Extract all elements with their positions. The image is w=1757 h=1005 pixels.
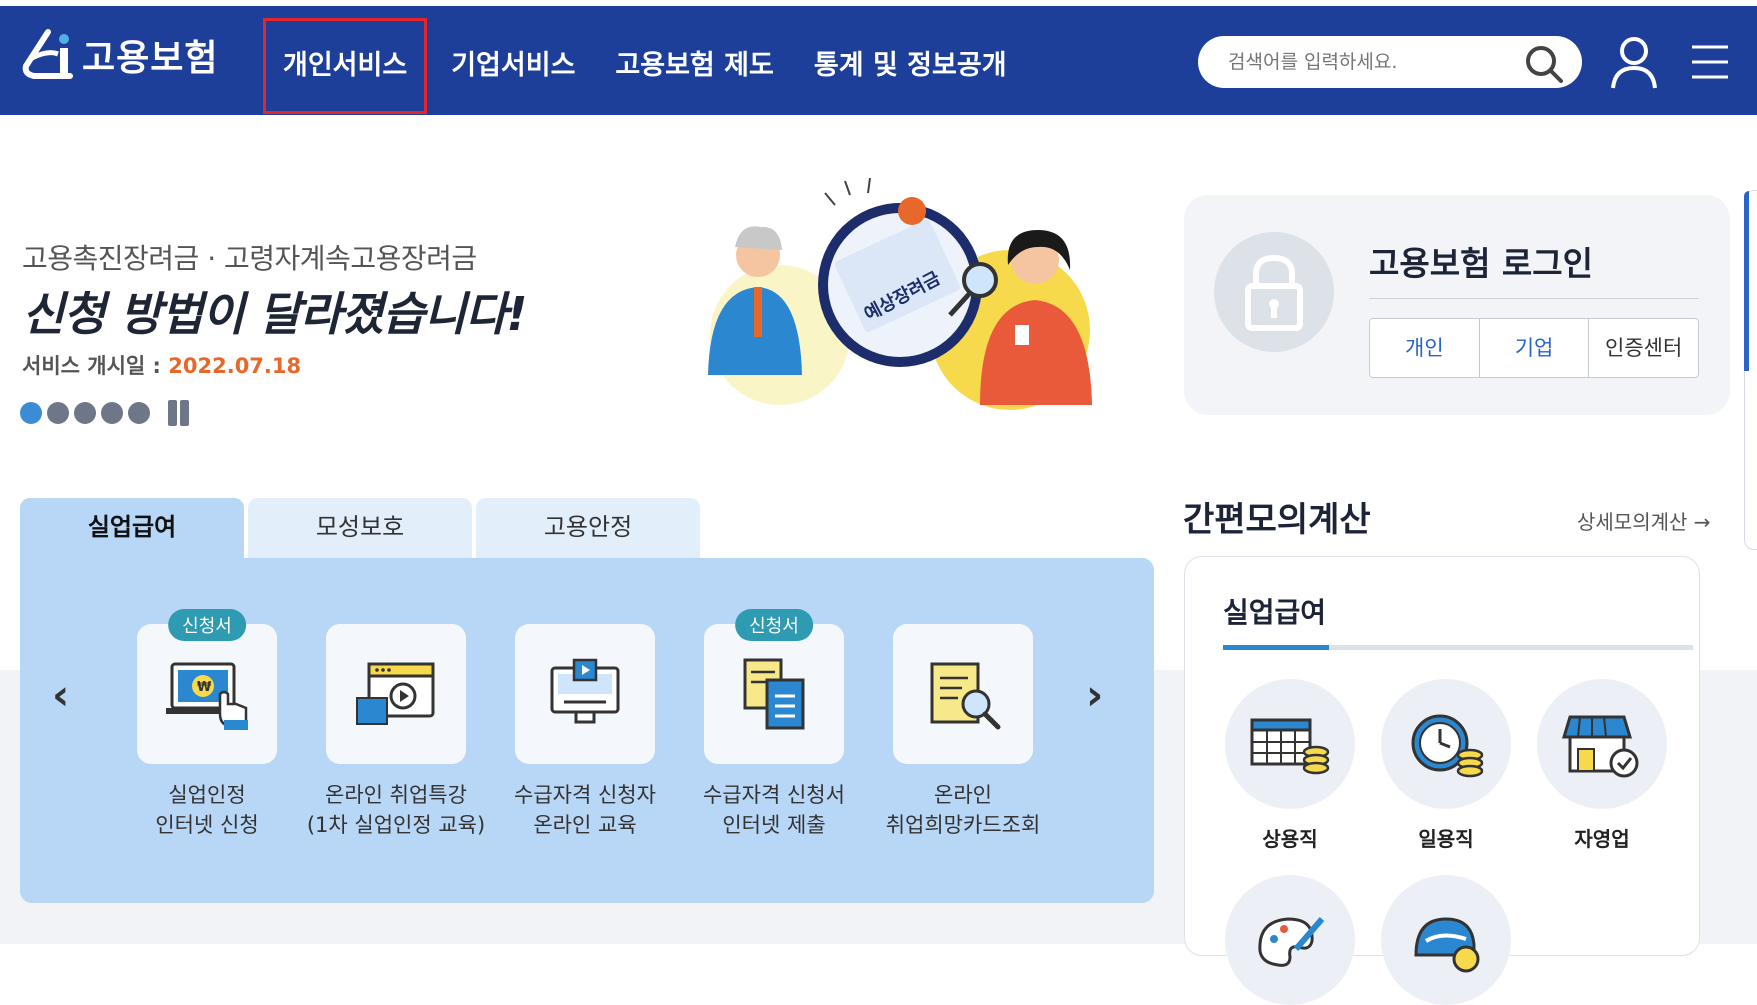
store-check-icon (1562, 715, 1639, 778)
hero-title[interactable]: 신청 방법이 달라졌습니다! (22, 278, 528, 344)
svg-text:₩: ₩ (197, 680, 212, 695)
calc-item-label: 상용직 (1262, 827, 1318, 851)
calc-item-regular[interactable]: 상용직 (1225, 679, 1355, 852)
detailed-calculation-link[interactable]: 상세모의계산 → (1577, 506, 1711, 535)
service-label: 온라인 취업특강 (1차 실업인정 교육) (306, 783, 486, 837)
search-input[interactable] (1228, 46, 1518, 78)
hero-date-label: 서비스 개시일 : (22, 354, 169, 378)
nav-business-service[interactable]: 기업서비스 (431, 18, 595, 114)
slider-dot-4[interactable] (101, 402, 123, 424)
service-item-qualification-submit[interactable]: 신청서 수급자격 신청서 인터넷 제출 (684, 609, 864, 840)
helmet-clock-icon (1414, 917, 1480, 973)
slider-dots (20, 400, 193, 426)
hamburger-menu-icon[interactable] (1690, 44, 1730, 80)
slider-dot-2[interactable] (47, 402, 69, 424)
hero-illustration: 예상장려금 (708, 177, 1092, 410)
user-icon[interactable] (1610, 36, 1658, 90)
quick-calculation-title: 간편모의계산 (1183, 500, 1371, 540)
hero-date-value: 2022.07.18 (168, 354, 302, 378)
application-badge: 신청서 (168, 609, 246, 641)
calendar-coins-icon (1250, 718, 1330, 775)
service-box[interactable]: ₩ (137, 624, 277, 764)
login-title: 고용보험 로그인 (1369, 244, 1594, 283)
calc-item-label: 자영업 (1574, 827, 1630, 851)
service-label: 수급자격 신청자 온라인 교육 (514, 783, 656, 837)
calc-item-self-employed[interactable]: 자영업 (1537, 679, 1667, 852)
palette-brush-icon (1258, 917, 1325, 967)
ei-logo-icon (22, 29, 73, 79)
calc-item-daily[interactable]: 일용직 (1381, 679, 1511, 852)
service-label: 실업인정 인터넷 신청 (155, 783, 259, 837)
nav-statistics-info[interactable]: 통계 및 정보공개 (794, 18, 1027, 114)
slider-dot-1[interactable] (20, 402, 42, 424)
service-item-job-card-lookup[interactable]: 온라인 취업희망카드조회 (873, 624, 1053, 840)
calc-tab-indicator (1223, 645, 1693, 650)
browser-video-icon (356, 662, 435, 725)
tab-employment-stability[interactable]: 고용안정 (476, 498, 700, 560)
calc-item-delivery[interactable] (1381, 875, 1511, 1005)
document-search-icon (930, 662, 1001, 730)
service-box[interactable] (704, 624, 844, 764)
main-nav: 개인서비스 기업서비스 고용보험 제도 통계 및 정보공개 (263, 18, 1027, 114)
slider-dot-5[interactable] (128, 402, 150, 424)
next-arrow-icon[interactable]: › (1086, 670, 1103, 719)
logo[interactable]: 고용보험 (18, 26, 218, 84)
slider-pause-icon[interactable] (165, 400, 193, 426)
hero-subtitle: 고용촉진장려금 · 고령자계속고용장려금 (22, 242, 477, 275)
service-tabs: 실업급여 모성보호 고용안정 (20, 498, 700, 560)
login-button-group: 개인 기업 인증센터 (1369, 318, 1699, 378)
calc-item-label: 일용직 (1418, 827, 1474, 851)
hero-date: 서비스 개시일 : 2022.07.18 (22, 350, 301, 380)
search-box (1198, 36, 1582, 88)
clock-coins-icon (1411, 714, 1484, 778)
monitor-play-icon (550, 658, 620, 724)
login-personal-button[interactable]: 개인 (1370, 319, 1479, 377)
login-business-button[interactable]: 기업 (1478, 319, 1589, 377)
tab-maternity-protection[interactable]: 모성보호 (248, 498, 472, 560)
laptop-hand-icon: ₩ (166, 662, 248, 730)
service-label: 수급자격 신청서 인터넷 제출 (703, 783, 845, 837)
lock-icon (1214, 232, 1334, 352)
site-header: 고용보험 개인서비스 기업서비스 고용보험 제도 통계 및 정보공개 (0, 6, 1757, 115)
nav-insurance-system[interactable]: 고용보험 제도 (595, 18, 793, 114)
certificate-center-button[interactable]: 인증센터 (1588, 319, 1698, 377)
service-box[interactable] (893, 624, 1033, 764)
logo-text: 고용보험 (82, 38, 219, 79)
calc-tab-unemployment-benefit[interactable]: 실업급여 (1223, 591, 1326, 631)
application-badge: 신청서 (735, 609, 813, 641)
service-item-online-lecture[interactable]: 온라인 취업특강 (1차 실업인정 교육) (306, 624, 486, 840)
prev-arrow-icon[interactable]: ‹ (52, 670, 69, 719)
login-card: 고용보험 로그인 개인 기업 인증센터 (1184, 195, 1730, 415)
search-icon[interactable] (1524, 44, 1564, 84)
service-item-online-education[interactable]: 수급자격 신청자 온라인 교육 (495, 624, 675, 840)
service-box[interactable] (326, 624, 466, 764)
calc-item-artist[interactable] (1225, 875, 1355, 1005)
service-box[interactable] (515, 624, 655, 764)
calculation-card: 실업급여 상용직 일용직 자영업 (1184, 556, 1700, 1005)
divider (1369, 298, 1699, 299)
slider-dot-3[interactable] (74, 402, 96, 424)
side-quick-menu[interactable] (1744, 190, 1757, 550)
service-label: 온라인 취업희망카드조회 (885, 783, 1041, 837)
documents-icon (743, 658, 805, 730)
tab-unemployment-benefit[interactable]: 실업급여 (20, 498, 244, 560)
nav-personal-service[interactable]: 개인서비스 (263, 18, 428, 114)
service-item-unemployment-recognition[interactable]: ₩ 신청서 실업인정 인터넷 신청 (117, 609, 297, 840)
